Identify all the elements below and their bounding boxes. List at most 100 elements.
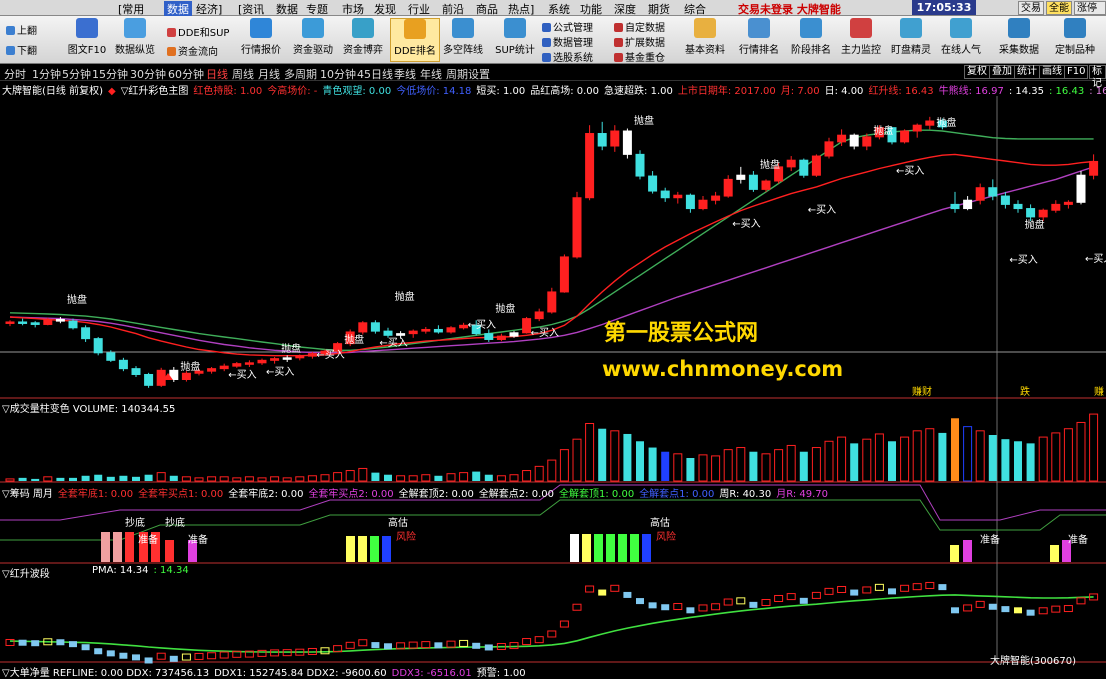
risk-label: 风险: [396, 530, 416, 543]
indicator-value: 牛熊线: 16.97: [938, 86, 1004, 97]
candle-body: [370, 322, 380, 332]
candle-body: [358, 322, 368, 333]
sell-signal-label: 抛盘: [180, 360, 200, 373]
indicator-value: 月R: 49.70: [776, 489, 829, 500]
indicator-value: 急速超跌: 1.00: [604, 86, 673, 97]
volume-bar: [811, 447, 821, 482]
main-indicator-info: 大牌智能(日线 前复权) ◆ ▽红升彩色主图 红色持股: 1.00 今高场价: - 青色观…: [2, 82, 1106, 97]
wave-block: [598, 589, 607, 596]
wave-block: [559, 620, 569, 628]
chip-signal-label: 抄底: [165, 516, 185, 529]
candle-body: [232, 363, 242, 367]
volume-bar: [282, 477, 292, 482]
signal-label: 赚: [1094, 385, 1104, 398]
indicator-value: : 14.34: [153, 565, 189, 576]
candle-body: [93, 338, 103, 354]
volume-bar: [270, 476, 280, 482]
wave-block: [912, 583, 922, 591]
wave-block: [686, 607, 695, 614]
volume-bar: [559, 449, 569, 482]
wave-block: [925, 581, 935, 589]
volume-bar: [181, 476, 191, 482]
volume-bar: [320, 474, 330, 482]
sell-signal-label: 抛盘: [936, 116, 956, 129]
volume-bar: [534, 465, 544, 482]
candle-body: [1051, 203, 1061, 211]
wave-block: [472, 642, 481, 649]
volume-bar: [81, 475, 90, 481]
red-trend-line: [9, 153, 1094, 357]
candle-body: [18, 321, 28, 324]
sell-signal-label: 抛盘: [495, 302, 515, 315]
chip-bar: [570, 534, 579, 562]
indicator-value: ◆: [107, 86, 116, 97]
chip-bar: [606, 534, 615, 562]
volume-bar: [384, 474, 392, 481]
wave-block: [874, 583, 884, 591]
wave-block: [850, 589, 859, 596]
candle-body: [534, 311, 544, 320]
candle-body: [912, 124, 922, 132]
indicator-value: : 14.35: [1008, 86, 1044, 97]
candle-body: [635, 153, 645, 177]
candle-body: [396, 333, 406, 336]
volume-bar: [636, 441, 644, 481]
volume-bar: [774, 449, 784, 482]
indicator-value: 月: 7.00: [780, 86, 820, 97]
volume-bar: [736, 447, 746, 482]
indicator-value: 预警: 1.00: [476, 668, 526, 679]
wave-block: [698, 604, 708, 612]
volume-bar: [446, 473, 456, 482]
wave-block: [963, 604, 973, 612]
signal-label: 赚财: [912, 385, 932, 398]
sell-signal-label: 抛盘: [1025, 218, 1045, 231]
indicator-value: 全套牢底1: 0.00: [57, 489, 134, 500]
volume-bar: [900, 436, 910, 482]
wave-block: [1038, 607, 1048, 615]
wave-block: [484, 644, 493, 651]
watermark-title: 第一股票公式网: [604, 321, 759, 346]
indicator-value: ▽筹码 周月: [2, 489, 53, 500]
candle-body: [837, 134, 847, 143]
chip-bar: [165, 540, 174, 562]
volume-bar: [862, 438, 872, 482]
wave-block: [534, 636, 544, 644]
chip-signal-label: 高估: [388, 516, 408, 529]
volume-bar: [824, 440, 834, 482]
wave-block: [673, 603, 683, 611]
wave-block: [56, 639, 65, 646]
wave-block: [459, 639, 469, 647]
wave-block: [181, 653, 191, 661]
candle-body: [761, 180, 771, 190]
volume-bar: [194, 477, 204, 482]
sell-signal-label: 抛盘: [67, 293, 87, 306]
candle-body: [723, 178, 733, 197]
volume-bar: [799, 451, 808, 481]
candle-body: [685, 194, 695, 210]
wave-block: [900, 584, 910, 592]
volume-bar: [1014, 441, 1022, 481]
indicator-value: 全解套点1: 0.00: [639, 489, 715, 500]
wave-block: [723, 598, 733, 606]
candle-body: [698, 199, 708, 210]
wave-block: [636, 598, 644, 605]
volume-bar: [169, 475, 178, 481]
wave-block: [799, 597, 808, 604]
wave-block: [623, 591, 632, 598]
volume-bar: [484, 474, 493, 481]
candle-body: [572, 197, 582, 258]
candle-body: [522, 318, 532, 334]
indicator-value: ▽红升波段: [2, 569, 50, 580]
wave-block: [384, 643, 392, 650]
volume-bar: [43, 476, 53, 482]
wave-block: [938, 584, 947, 591]
candle-body: [811, 155, 821, 176]
volume-bar: [648, 447, 657, 481]
candle-body: [1000, 195, 1010, 205]
volume-bar: [244, 476, 254, 482]
candle-body: [459, 324, 469, 329]
wave-block: [169, 655, 178, 662]
volume-bar: [975, 430, 985, 482]
chip-bar: [113, 532, 122, 562]
volume-bar: [219, 476, 229, 482]
